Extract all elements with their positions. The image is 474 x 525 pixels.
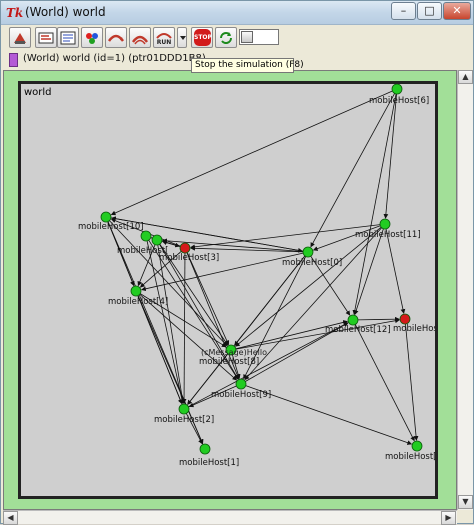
scroll-right-button[interactable]: ▶	[441, 511, 456, 525]
title-bar[interactable]: Tk (World) world – □ ✕	[1, 1, 473, 25]
horizontal-scrollbar[interactable]: ◀ ▶	[3, 510, 457, 524]
toolbar: RUN STOP	[3, 27, 471, 49]
mobile-host-node[interactable]	[400, 314, 410, 324]
fast-run-icon	[131, 29, 149, 47]
mobile-host-node[interactable]	[236, 379, 246, 389]
connection-edge	[109, 221, 226, 346]
stop-tooltip: Stop the simulation (F8)	[191, 58, 294, 73]
node-label: mobileHost[5]	[385, 452, 435, 462]
connection-edge	[405, 324, 416, 440]
mobile-host-node[interactable]	[348, 315, 358, 325]
scroll-up-button[interactable]: ▲	[458, 70, 473, 84]
mobile-host-node[interactable]	[179, 404, 189, 414]
step-button[interactable]	[9, 27, 31, 48]
run-dropdown-button[interactable]	[177, 27, 187, 48]
node-label: mobileHost[1]	[179, 458, 239, 468]
application-window: Tk (World) world – □ ✕ RUN	[0, 0, 474, 524]
node-label: mobileHost[11]	[355, 230, 421, 240]
connection-edge	[386, 229, 404, 313]
mobile-host-node[interactable]	[392, 84, 402, 94]
node-label: mobileHost[9]	[211, 390, 271, 400]
dropdown-arrow-icon	[179, 29, 187, 47]
scroll-left-button[interactable]: ◀	[3, 511, 18, 525]
node-label: mobileHost[12]	[325, 325, 391, 335]
step-icon	[11, 29, 29, 47]
network-canvas[interactable]: world mobileHost[6]mobileHost[11]mobileH…	[3, 70, 457, 510]
world-module: world mobileHost[6]mobileHost[11]mobileH…	[18, 81, 438, 499]
tk-app-icon: Tk	[6, 5, 24, 21]
fast-run-button[interactable]	[129, 27, 151, 48]
refresh-button[interactable]	[215, 27, 237, 48]
vertical-scrollbar[interactable]: ▲ ▼	[457, 70, 473, 510]
mobile-host-node[interactable]	[131, 286, 141, 296]
mobile-host-node[interactable]	[180, 243, 190, 253]
connection-edge	[358, 319, 399, 320]
mobile-host-node[interactable]	[380, 219, 390, 229]
mobile-host-node[interactable]	[412, 441, 422, 451]
node-label: mobileHost[10]	[78, 222, 144, 232]
node-label: mobileHost[0]	[282, 258, 342, 268]
connection-edge	[355, 324, 414, 440]
event-log-icon	[59, 29, 77, 47]
run-button[interactable]	[105, 27, 127, 48]
express-run-button[interactable]: RUN	[153, 27, 175, 48]
mobile-host-node[interactable]	[303, 247, 313, 257]
network-view-icon	[37, 29, 55, 47]
mobile-host-node[interactable]	[200, 444, 210, 454]
node-label: mobileHost[6]	[369, 96, 429, 106]
connection-edge	[354, 94, 396, 314]
minimize-button[interactable]: –	[391, 2, 416, 20]
object-color-swatch	[9, 53, 18, 67]
connection-edge	[158, 245, 183, 403]
window-title: (World) world	[25, 5, 106, 19]
node-label: mobileHost[8]	[199, 357, 259, 367]
node-label: mobileHost[4]	[108, 297, 168, 307]
message-label: (cMessage)Hello	[201, 348, 267, 357]
mobile-host-node[interactable]	[152, 235, 162, 245]
connection-edge	[111, 91, 392, 215]
network-view-button[interactable]	[35, 27, 57, 48]
run-label: RUN	[154, 39, 174, 46]
network-graph: mobileHost[6] mobileHost[11] mobileHost[0]…	[21, 84, 435, 496]
connection-edge	[386, 94, 397, 218]
mobile-host-node[interactable]	[101, 212, 111, 222]
node-label: mobileHost[	[117, 246, 169, 256]
connection-edge	[187, 253, 228, 345]
mobile-host-node[interactable]	[141, 231, 151, 241]
maximize-button[interactable]: □	[417, 2, 442, 20]
find-objects-button[interactable]	[81, 27, 103, 48]
object-info-text: (World) world (id=1) (ptr01DDD1B8)	[23, 53, 206, 64]
scroll-down-button[interactable]: ▼	[458, 495, 473, 509]
refresh-icon	[217, 29, 235, 47]
find-objects-icon	[83, 29, 101, 47]
node-label: mobileHost[2]	[154, 415, 214, 425]
stop-icon: STOP	[194, 29, 211, 46]
slider-thumb[interactable]	[241, 31, 253, 43]
connection-edge	[184, 253, 185, 403]
close-button[interactable]: ✕	[443, 2, 471, 20]
run-arrow-icon	[107, 29, 125, 47]
event-log-button[interactable]	[57, 27, 79, 48]
node-label: mobileHost[13]	[393, 324, 435, 334]
stop-simulation-button[interactable]: STOP	[191, 27, 213, 48]
animation-speed-slider[interactable]	[239, 29, 279, 45]
